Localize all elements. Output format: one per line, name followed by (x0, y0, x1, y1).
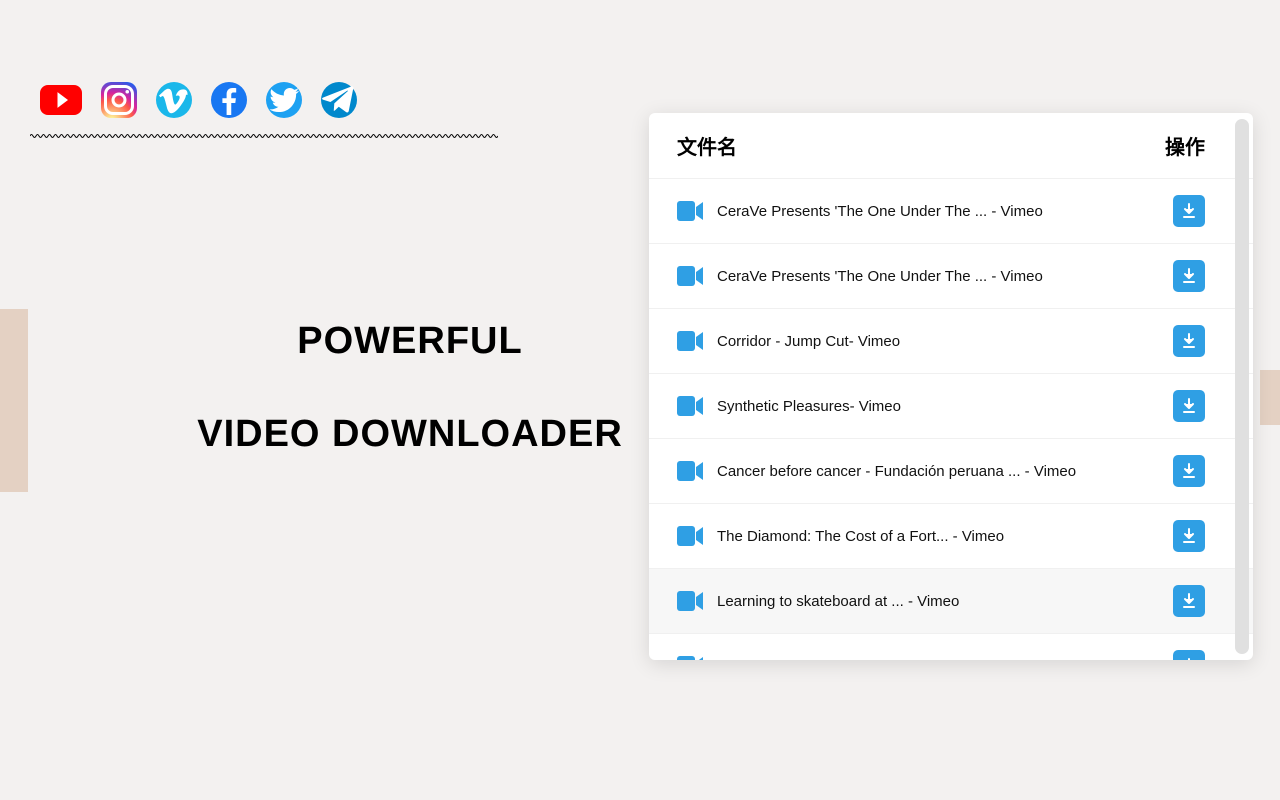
video-icon (677, 590, 703, 612)
download-button[interactable] (1173, 390, 1205, 422)
decorative-bar-right (1260, 370, 1280, 425)
download-button[interactable] (1173, 650, 1205, 660)
video-icon (677, 265, 703, 287)
list-item[interactable]: MOLDING MADNESS- Vimeo (649, 634, 1253, 660)
item-title: CeraVe Presents 'The One Under The ... -… (717, 268, 1163, 285)
list-item[interactable]: Synthetic Pleasures- Vimeo (649, 374, 1253, 439)
video-icon (677, 460, 703, 482)
list-item[interactable]: Cancer before cancer - Fundación peruana… (649, 439, 1253, 504)
video-icon (677, 200, 703, 222)
twitter-icon (266, 82, 302, 118)
telegram-icon (321, 82, 357, 118)
video-icon (677, 525, 703, 547)
headline-line-2: VIDEO DOWNLOADER (180, 413, 640, 456)
headline-block: POWERFUL VIDEO DOWNLOADER (180, 320, 640, 456)
headline-line-1: POWERFUL (180, 320, 640, 363)
list-item[interactable]: Corridor - Jump Cut- Vimeo (649, 309, 1253, 374)
item-title: The Diamond: The Cost of a Fort... - Vim… (717, 528, 1163, 545)
youtube-icon (40, 85, 82, 115)
divider-wavy-line (30, 126, 498, 132)
download-button[interactable] (1173, 520, 1205, 552)
item-title: Learning to skateboard at ... - Vimeo (717, 593, 1163, 610)
download-button[interactable] (1173, 455, 1205, 487)
facebook-icon (211, 82, 247, 118)
panel-body: CeraVe Presents 'The One Under The ... -… (649, 179, 1253, 660)
download-button[interactable] (1173, 585, 1205, 617)
download-list-panel: 文件名 操作 CeraVe Presents 'The One Under Th… (649, 113, 1253, 660)
instagram-icon (101, 82, 137, 118)
list-item[interactable]: The Diamond: The Cost of a Fort... - Vim… (649, 504, 1253, 569)
vimeo-icon (156, 82, 192, 118)
item-title: MOLDING MADNESS- Vimeo (717, 658, 1163, 661)
item-title: Corridor - Jump Cut- Vimeo (717, 333, 1163, 350)
list-item[interactable]: CeraVe Presents 'The One Under The ... -… (649, 179, 1253, 244)
video-icon (677, 330, 703, 352)
video-icon (677, 395, 703, 417)
video-icon (677, 655, 703, 660)
social-icon-row (40, 82, 357, 118)
item-title: Synthetic Pleasures- Vimeo (717, 398, 1163, 415)
panel-header: 文件名 操作 (649, 113, 1253, 179)
column-header-filename: 文件名 (677, 131, 737, 160)
item-title: CeraVe Presents 'The One Under The ... -… (717, 203, 1163, 220)
download-button[interactable] (1173, 195, 1205, 227)
column-header-action: 操作 (1165, 131, 1205, 160)
scrollbar[interactable] (1235, 119, 1249, 654)
list-item[interactable]: Learning to skateboard at ... - Vimeo (649, 569, 1253, 634)
decorative-bar-left (0, 309, 28, 492)
download-button[interactable] (1173, 325, 1205, 357)
download-button[interactable] (1173, 260, 1205, 292)
list-item[interactable]: CeraVe Presents 'The One Under The ... -… (649, 244, 1253, 309)
item-title: Cancer before cancer - Fundación peruana… (717, 463, 1163, 480)
